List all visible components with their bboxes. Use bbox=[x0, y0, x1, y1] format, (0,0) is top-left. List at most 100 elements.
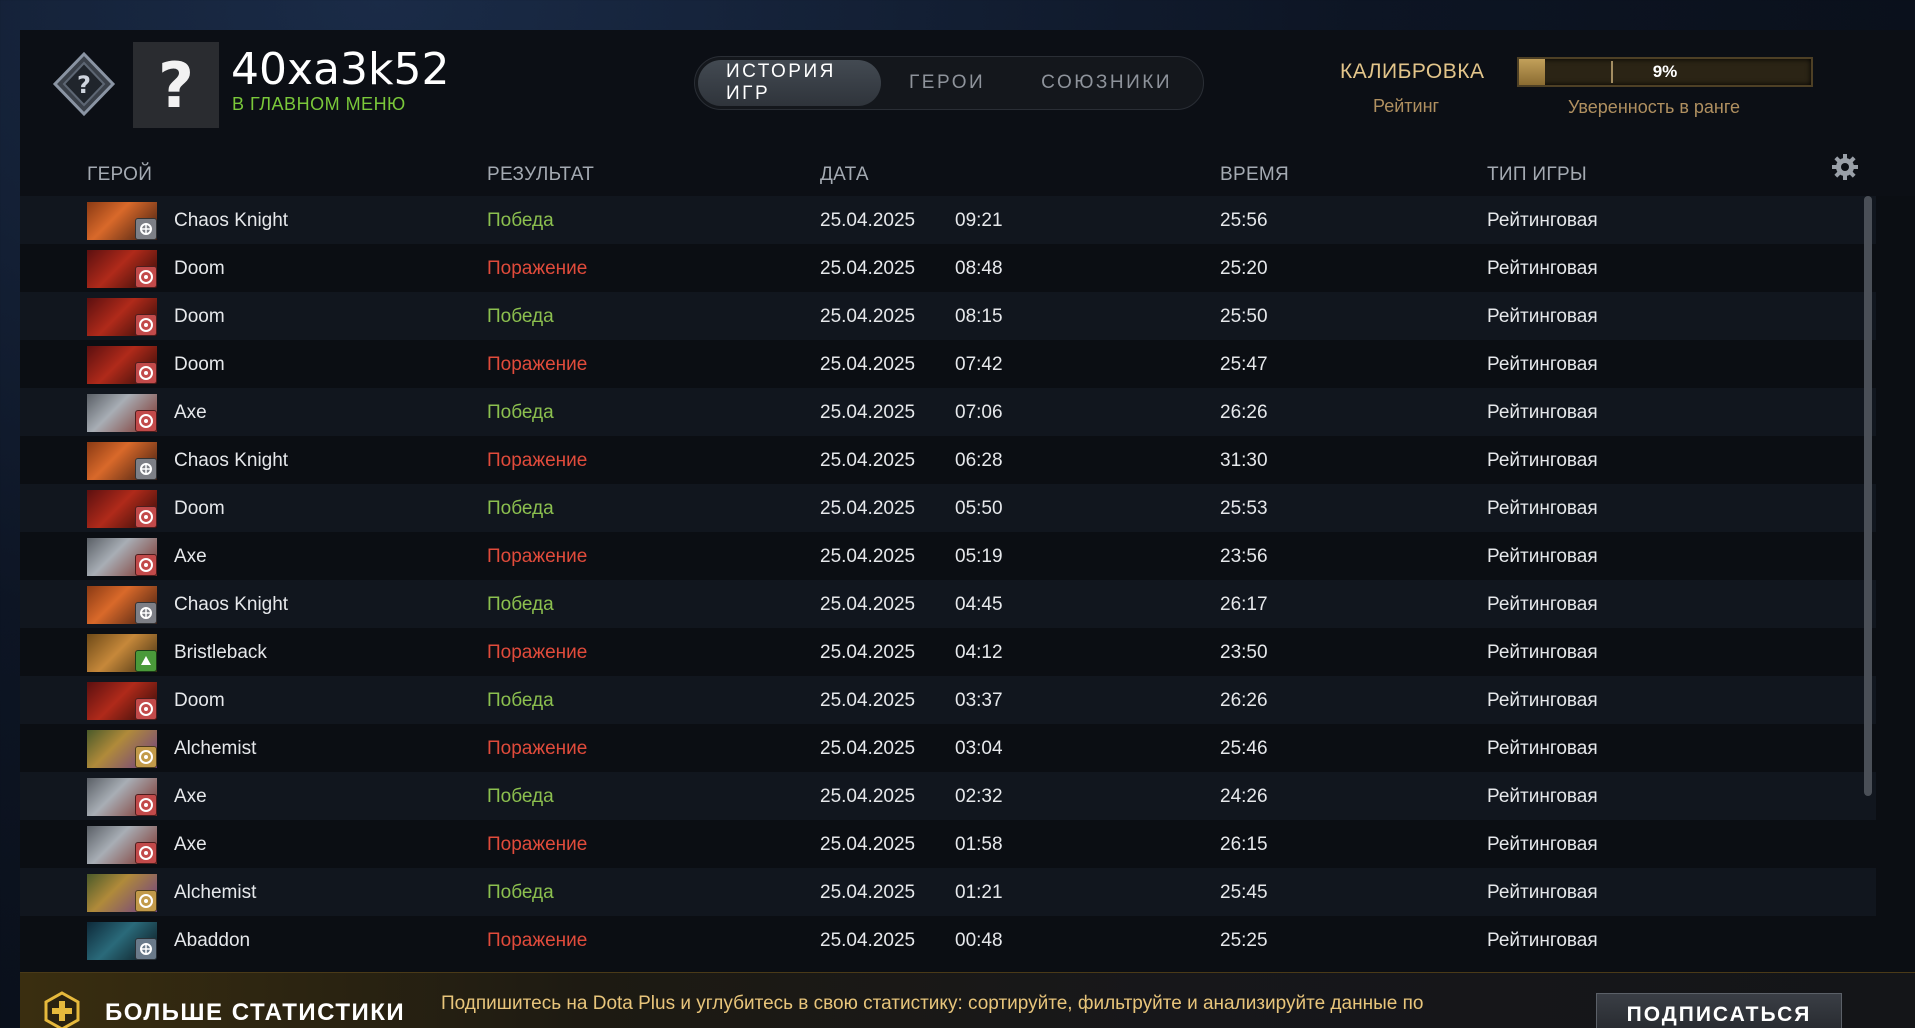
match-time: 07:42 bbox=[955, 354, 1003, 375]
table-row[interactable]: Bristleback Поражение 25.04.2025 04:12 23:50… bbox=[20, 628, 1876, 676]
hero-name: Alchemist bbox=[174, 738, 257, 759]
match-duration: 25:20 bbox=[1220, 258, 1268, 279]
table-row[interactable]: Chaos Knight Победа 25.04.2025 04:45 26:17 Ре… bbox=[20, 580, 1876, 628]
match-duration: 25:50 bbox=[1220, 306, 1268, 327]
match-date: 25.04.2025 bbox=[820, 498, 916, 519]
hero-name: Doom bbox=[174, 498, 225, 519]
match-date: 25.04.2025 bbox=[820, 402, 916, 423]
match-date: 25.04.2025 bbox=[820, 210, 916, 231]
hero-portrait bbox=[87, 874, 157, 912]
rank-medal-icon[interactable]: ? bbox=[48, 48, 120, 120]
match-time: 00:48 bbox=[955, 930, 1003, 951]
table-row[interactable]: Alchemist Победа 25.04.2025 01:21 25:45 Рейти… bbox=[20, 868, 1876, 916]
table-row[interactable]: Doom Победа 25.04.2025 03:37 26:26 Рейтингова… bbox=[20, 676, 1876, 724]
svg-text:?: ? bbox=[77, 71, 91, 99]
table-row[interactable]: Doom Поражение 25.04.2025 08:48 25:20 Рейтинг… bbox=[20, 244, 1876, 292]
tab-heroes[interactable]: ГЕРОИ bbox=[881, 60, 1013, 106]
table-row[interactable]: Doom Победа 25.04.2025 05:50 25:53 Рейтингова… bbox=[20, 484, 1876, 532]
table-row[interactable]: Doom Поражение 25.04.2025 07:42 25:47 Рейтинг… bbox=[20, 340, 1876, 388]
table-row[interactable]: Alchemist Поражение 25.04.2025 03:04 25:46 Ре… bbox=[20, 724, 1876, 772]
match-date: 25.04.2025 bbox=[820, 882, 916, 903]
hero-portrait bbox=[87, 346, 157, 384]
hero-portrait bbox=[87, 922, 157, 960]
table-row[interactable]: Chaos Knight Победа 25.04.2025 09:21 25:56 Ре… bbox=[20, 196, 1876, 244]
match-result: Победа bbox=[487, 690, 554, 711]
match-date: 25.04.2025 bbox=[820, 738, 916, 759]
profile-header: ? ? 40xa3k52 В ГЛАВНОМ МЕНЮ ИСТОРИЯ ИГР … bbox=[20, 30, 1915, 152]
table-row[interactable]: Axe Поражение 25.04.2025 05:19 23:56 Рейтинго… bbox=[20, 532, 1876, 580]
match-result: Поражение bbox=[487, 546, 588, 567]
tab-bar: ИСТОРИЯ ИГР ГЕРОИ СОЮЗНИКИ bbox=[694, 56, 1204, 110]
hero-name: Bristleback bbox=[174, 642, 267, 663]
strength-attribute-icon bbox=[135, 266, 157, 288]
avatar[interactable]: ? bbox=[133, 42, 219, 128]
table-row[interactable]: Doom Победа 25.04.2025 08:15 25:50 Рейтингова… bbox=[20, 292, 1876, 340]
match-time: 07:06 bbox=[955, 402, 1003, 423]
match-duration: 26:26 bbox=[1220, 690, 1268, 711]
match-mode: Рейтинговая bbox=[1487, 930, 1598, 951]
match-date: 25.04.2025 bbox=[820, 786, 916, 807]
match-result: Победа bbox=[487, 882, 554, 903]
table-row[interactable]: Axe Поражение 25.04.2025 01:58 26:15 Рейтинго… bbox=[20, 820, 1876, 868]
universal-attribute-icon bbox=[135, 938, 157, 960]
calibration-subtitle: Рейтинг bbox=[1373, 96, 1440, 116]
player-name: 40xa3k52 bbox=[231, 44, 450, 95]
strength-attribute-icon bbox=[135, 554, 157, 576]
table-row[interactable]: Axe Победа 25.04.2025 02:32 24:26 Рейтинговая bbox=[20, 772, 1876, 820]
match-result: Поражение bbox=[487, 258, 588, 279]
match-date: 25.04.2025 bbox=[820, 306, 916, 327]
hero-portrait bbox=[87, 538, 157, 576]
match-time: 02:32 bbox=[955, 786, 1003, 807]
hero-portrait bbox=[87, 202, 157, 240]
match-time: 09:21 bbox=[955, 210, 1003, 231]
hero-portrait bbox=[87, 826, 157, 864]
gear-icon[interactable] bbox=[1830, 152, 1862, 184]
match-date: 25.04.2025 bbox=[820, 594, 916, 615]
table-row[interactable]: Abaddon Поражение 25.04.2025 00:48 25:25 Рейт… bbox=[20, 916, 1876, 964]
column-mode[interactable]: ТИП ИГРЫ bbox=[1487, 164, 1587, 186]
banner-title: БОЛЬШЕ СТАТИСТИКИ bbox=[105, 999, 406, 1026]
hero-name: Doom bbox=[174, 354, 225, 375]
match-time: 03:04 bbox=[955, 738, 1003, 759]
column-date[interactable]: ДАТА bbox=[820, 164, 869, 186]
strength-attribute-icon bbox=[135, 890, 157, 912]
match-mode: Рейтинговая bbox=[1487, 258, 1598, 279]
hero-name: Axe bbox=[174, 546, 207, 567]
match-date: 25.04.2025 bbox=[820, 642, 916, 663]
strength-attribute-icon bbox=[135, 506, 157, 528]
hero-portrait bbox=[87, 250, 157, 288]
tab-allies[interactable]: СОЮЗНИКИ bbox=[1013, 60, 1200, 106]
hero-name: Doom bbox=[174, 690, 225, 711]
column-duration[interactable]: ВРЕМЯ bbox=[1220, 164, 1289, 186]
column-result[interactable]: РЕЗУЛЬТАТ bbox=[487, 164, 594, 186]
hero-name: Axe bbox=[174, 402, 207, 423]
universal-attribute-icon bbox=[135, 458, 157, 480]
banner-text: Подпишитесь на Dota Plus и углубитесь в … bbox=[441, 993, 1424, 1014]
match-duration: 25:25 bbox=[1220, 930, 1268, 951]
hero-portrait bbox=[87, 442, 157, 480]
table-row[interactable]: Chaos Knight Поражение 25.04.2025 06:28 31:3… bbox=[20, 436, 1876, 484]
match-result: Победа bbox=[487, 594, 554, 615]
match-mode: Рейтинговая bbox=[1487, 210, 1598, 231]
match-mode: Рейтинговая bbox=[1487, 354, 1598, 375]
table-row[interactable]: Axe Победа 25.04.2025 07:06 26:26 Рейтинговая bbox=[20, 388, 1876, 436]
hero-portrait bbox=[87, 586, 157, 624]
strength-attribute-icon bbox=[135, 410, 157, 432]
rank-confidence-caption: Уверенность в ранге bbox=[1568, 97, 1741, 117]
tab-match-history[interactable]: ИСТОРИЯ ИГР bbox=[698, 60, 881, 106]
match-date: 25.04.2025 bbox=[820, 546, 916, 567]
agility-attribute-icon bbox=[135, 650, 157, 672]
match-duration: 25:56 bbox=[1220, 210, 1268, 231]
column-hero[interactable]: ГЕРОЙ bbox=[87, 164, 152, 186]
match-mode: Рейтинговая bbox=[1487, 738, 1598, 759]
match-duration: 24:26 bbox=[1220, 786, 1268, 807]
player-status: В ГЛАВНОМ МЕНЮ bbox=[232, 94, 406, 114]
strength-attribute-icon bbox=[135, 362, 157, 384]
match-time: 04:45 bbox=[955, 594, 1003, 615]
subscribe-button[interactable]: ПОДПИСАТЬСЯ bbox=[1596, 993, 1842, 1028]
match-date: 25.04.2025 bbox=[820, 834, 916, 855]
scrollbar[interactable] bbox=[1864, 196, 1872, 796]
match-time: 01:58 bbox=[955, 834, 1003, 855]
match-time: 03:37 bbox=[955, 690, 1003, 711]
match-mode: Рейтинговая bbox=[1487, 450, 1598, 471]
